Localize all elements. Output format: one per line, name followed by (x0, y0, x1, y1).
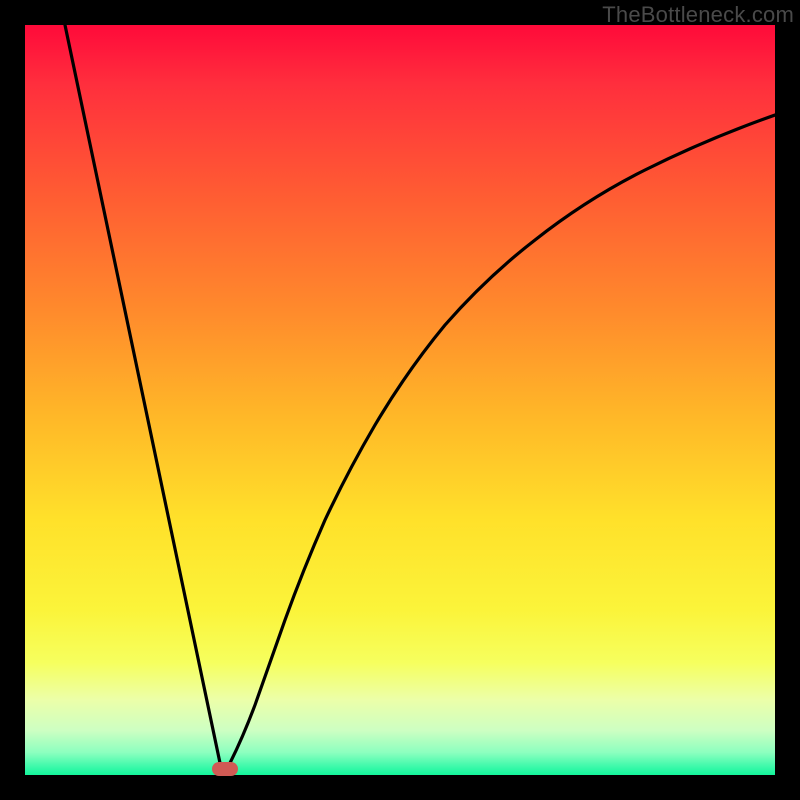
minimum-marker (212, 762, 238, 776)
curve-left-branch (65, 25, 220, 763)
watermark-text: TheBottleneck.com (602, 2, 794, 28)
curve-right-branch (230, 115, 775, 763)
bottleneck-curve (25, 25, 775, 775)
chart-frame (25, 25, 775, 775)
